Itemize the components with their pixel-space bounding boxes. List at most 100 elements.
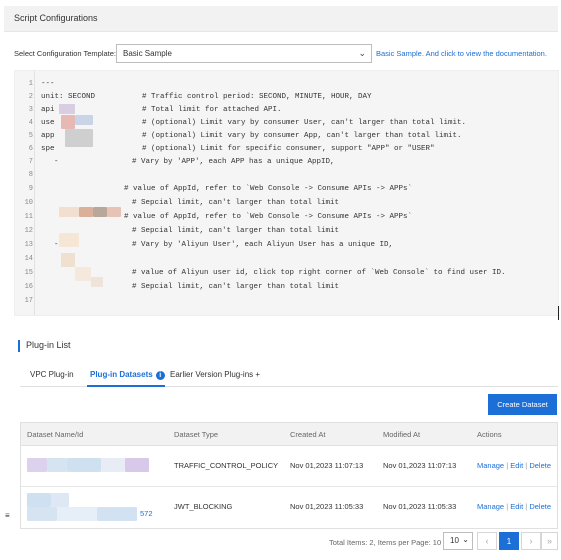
prev-page-button[interactable]: ‹ [477, 532, 497, 550]
last-page-button[interactable]: » [541, 532, 558, 550]
redaction-blur [97, 507, 137, 521]
redaction-blur [59, 233, 79, 247]
redaction-blur [51, 493, 69, 507]
action-separator: | [525, 461, 528, 470]
table-row: TRAFFIC_CONTROL_POLICY Nov 01,2023 11:07… [21, 446, 557, 487]
plugin-tabs: VPC Plug-in Plug-in Datasets i Earlier Ve… [20, 360, 558, 387]
template-select[interactable]: Basic Sample ⌄ [116, 44, 372, 63]
documentation-link[interactable]: Basic Sample. And click to view the docu… [376, 49, 547, 58]
chevron-down-icon: ⌄ [462, 535, 469, 544]
redaction-blur [101, 458, 125, 472]
created-at: Nov 01,2023 11:05:33 [290, 502, 364, 511]
create-dataset-button[interactable]: Create Dataset [488, 394, 557, 415]
code-line: app [41, 132, 55, 140]
code-line: use [41, 119, 55, 127]
chevron-down-icon: ⌄ [358, 48, 366, 58]
line-number: 14 [24, 255, 33, 263]
active-tab-underline [87, 385, 165, 387]
chevron-left-icon: ‹ [485, 536, 489, 546]
line-number: 17 [24, 297, 33, 305]
edit-link[interactable]: Edit [510, 502, 523, 511]
dataset-id[interactable]: 572 [140, 509, 153, 518]
template-label: Select Configuration Template: [14, 49, 117, 58]
script-editor[interactable]: 1 2 3 4 5 6 7 8 9 10 11 12 13 14 15 16 1… [14, 70, 559, 316]
line-number: 3 [28, 106, 33, 114]
line-number: 1 [28, 80, 33, 88]
redaction-blur [59, 207, 79, 217]
line-number: 11 [24, 213, 33, 221]
row-actions: Manage | Edit | Delete [477, 502, 551, 511]
line-number: 12 [24, 227, 33, 235]
action-separator: | [525, 502, 528, 511]
plugin-list-panel: Plug-in List VPC Plug-in Plug-in Dataset… [10, 332, 560, 558]
code-line: - [45, 241, 59, 249]
manage-link[interactable]: Manage [477, 502, 504, 511]
page-size-select[interactable]: 10 ⌄ [443, 532, 473, 550]
code-line: --- [41, 80, 55, 88]
tab-vpc-plugin[interactable]: VPC Plug-in [30, 370, 74, 379]
external-link-icon: + [255, 370, 261, 379]
next-page-button[interactable]: › [521, 532, 541, 550]
dataset-type: TRAFFIC_CONTROL_POLICY [174, 461, 279, 470]
page-size-value: 10 [450, 536, 459, 545]
scroll-marker [558, 306, 559, 320]
column-header: Modified At [383, 430, 421, 439]
edit-link[interactable]: Edit [510, 461, 523, 470]
line-number: 4 [28, 119, 33, 127]
redaction-blur [125, 458, 149, 472]
line-number: 6 [28, 145, 33, 153]
table-header: Dataset Name/Id Dataset Type Created At … [21, 423, 557, 446]
redaction-blur [27, 493, 51, 507]
code-comment: # Traffic control period: SECOND, MINUTE… [142, 93, 372, 101]
column-header: Dataset Type [174, 430, 219, 439]
column-header: Created At [290, 430, 326, 439]
row-actions: Manage | Edit | Delete [477, 461, 551, 470]
code-comment: # value of AppId, refer to `Web Console … [124, 213, 413, 221]
section-title: Script Configurations [14, 13, 98, 23]
tab-plugin-datasets-label: Plug-in Datasets [90, 370, 153, 379]
line-number: 7 [28, 158, 33, 166]
redaction-blur [47, 458, 67, 472]
manage-link[interactable]: Manage [477, 461, 504, 470]
tab-plugin-datasets[interactable]: Plug-in Datasets i [90, 370, 165, 380]
code-line: spe [41, 145, 55, 153]
line-number: 5 [28, 132, 33, 140]
line-number: 9 [28, 185, 33, 193]
code-comment: # Vary by 'APP', each APP has a unique A… [132, 158, 335, 166]
redaction-blur [91, 277, 103, 287]
delete-link[interactable]: Delete [529, 461, 551, 470]
code-line: unit: SECOND [41, 93, 96, 101]
plugin-list-title: Plug-in List [26, 340, 71, 350]
modified-at: Nov 01,2023 11:07:13 [383, 461, 457, 470]
code-comment: # (optional) Limit vary by consumer App,… [142, 132, 462, 140]
redaction-blur [107, 207, 121, 217]
pagination-total: Total Items: 2, Items per Page: 10 [329, 538, 442, 547]
template-row: Select Configuration Template: Basic Sam… [14, 44, 554, 64]
redaction-blur [59, 104, 75, 114]
line-number: 13 [24, 241, 33, 249]
code-comment: # value of AppId, refer to `Web Console … [124, 185, 413, 193]
line-number: 15 [24, 269, 33, 277]
side-handle-icon: ≡ [5, 511, 10, 520]
code-comment: # Total limit for attached API. [142, 106, 282, 114]
redaction-blur [61, 115, 75, 129]
redaction-blur [79, 207, 93, 217]
modified-at: Nov 01,2023 11:05:33 [383, 502, 457, 511]
page-button-current[interactable]: 1 [499, 532, 519, 550]
column-header: Actions [477, 430, 502, 439]
code-line: - [45, 158, 59, 166]
redaction-blur [65, 129, 93, 147]
tab-earlier-version-plugins[interactable]: Earlier Version Plug-ins + [170, 370, 260, 379]
delete-link[interactable]: Delete [529, 502, 551, 511]
title-accent-bar [18, 340, 20, 352]
dataset-type: JWT_BLOCKING [174, 502, 233, 511]
redaction-blur [27, 507, 57, 521]
code-comment: # (optional) Limit vary by consumer User… [142, 119, 467, 127]
redaction-blur [67, 458, 101, 472]
pagination: Total Items: 2, Items per Page: 10 10 ⌄ … [10, 532, 560, 554]
table-row: 572 JWT_BLOCKING Nov 01,2023 11:05:33 No… [21, 487, 557, 528]
created-at: Nov 01,2023 11:07:13 [290, 461, 364, 470]
column-header: Dataset Name/Id [27, 430, 84, 439]
action-separator: | [506, 461, 509, 470]
datasets-table: Dataset Name/Id Dataset Type Created At … [20, 422, 558, 529]
